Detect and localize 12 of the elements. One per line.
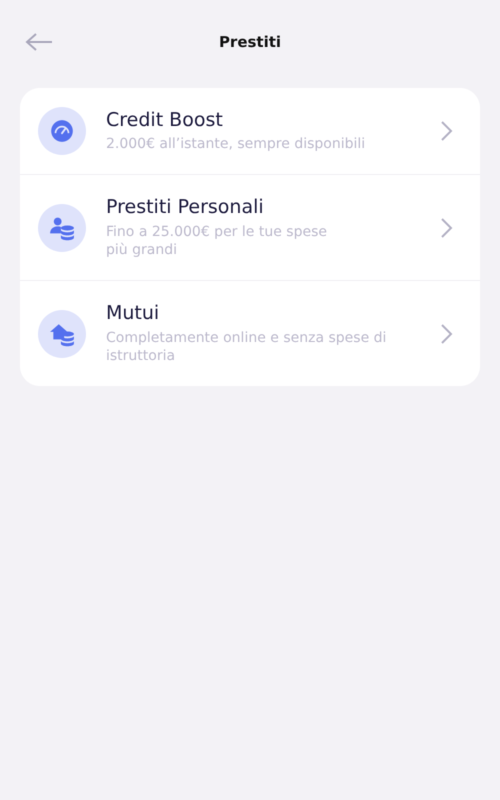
person-coins-icon xyxy=(49,214,75,240)
item-subtitle: Completamente online e senza spese di istruttoria xyxy=(106,328,388,366)
chevron-right-icon xyxy=(440,322,454,344)
item-subtitle: Fino a 25.000€ per le tue spese più grandi xyxy=(106,222,328,260)
item-title: Prestiti Personali xyxy=(106,196,265,219)
item-subtitle: 2.000€ all’istante, sempre disponibili xyxy=(106,135,366,154)
item-title: Credit Boost xyxy=(106,108,224,132)
chevron-right-icon xyxy=(440,120,454,142)
gauge-icon xyxy=(49,118,75,144)
chevron-right-icon xyxy=(440,216,454,238)
item-title: Mutui xyxy=(106,302,160,325)
page-title: Prestiti xyxy=(218,35,282,50)
